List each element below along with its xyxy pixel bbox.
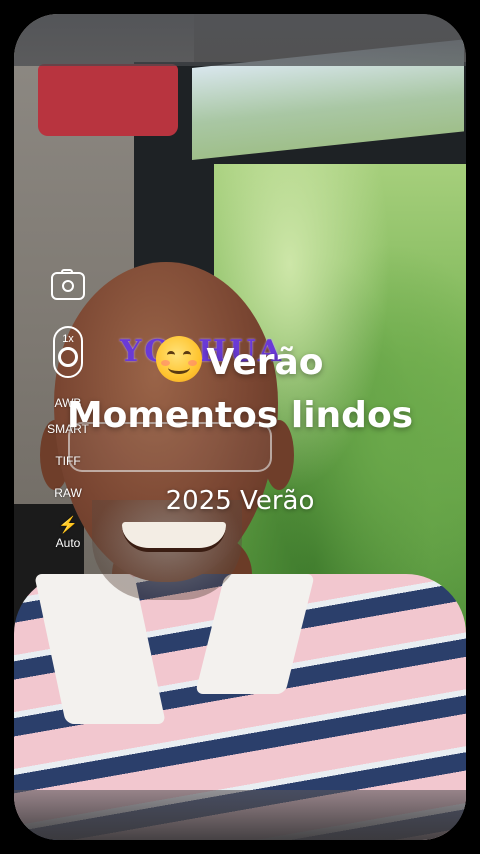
smiling-face-emoji-icon — [156, 336, 203, 382]
flash-mode-label[interactable]: Auto — [56, 536, 81, 550]
title-text: Verão — [206, 342, 324, 383]
red-seat-handle — [38, 64, 178, 136]
subtitle-text: Momentos lindos — [66, 395, 414, 436]
emoji-mouth-icon — [168, 361, 191, 374]
camera-switch-icon[interactable] — [51, 269, 85, 300]
tiff-toggle[interactable]: TIFF — [55, 454, 80, 468]
emoji-blush-icon — [188, 360, 198, 366]
title-line: Verão — [0, 336, 480, 383]
emoji-eye-icon — [183, 351, 192, 359]
year-caption: 2025 Verão — [165, 486, 315, 516]
top-blur-bar — [14, 14, 466, 66]
screen: 1x AWB SMART TIFF RAW ⚡ Auto YOSHUA Verã… — [0, 0, 480, 854]
person-smile — [122, 522, 226, 552]
bottom-blur-bar — [14, 790, 466, 840]
flash-icon[interactable]: ⚡ — [58, 518, 78, 534]
